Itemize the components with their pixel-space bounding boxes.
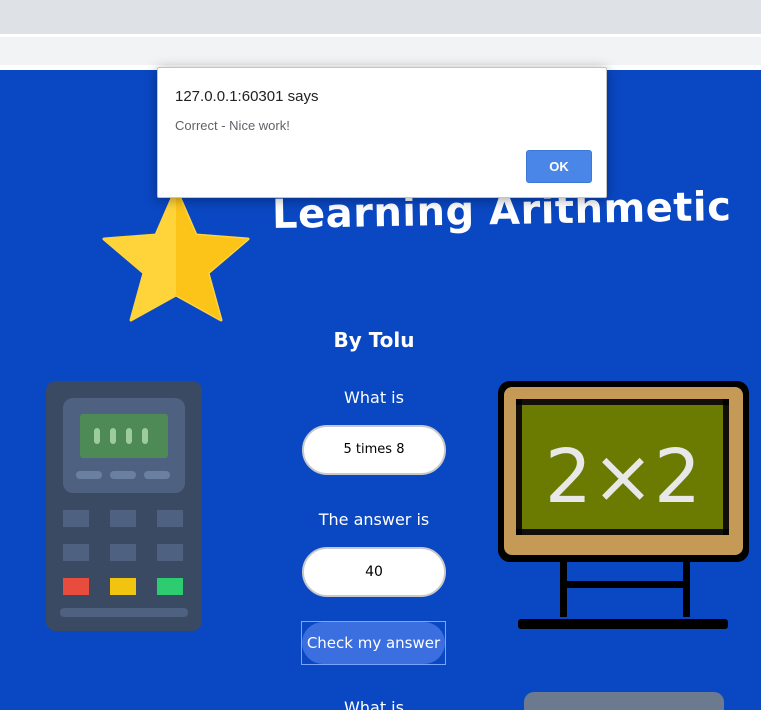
check-answer-label: Check my answer: [302, 622, 445, 664]
answer-input[interactable]: [302, 547, 446, 597]
alert-dialog: 127.0.0.1:60301 says Correct - Nice work…: [157, 67, 607, 198]
question-label: What is: [344, 388, 404, 407]
browser-toolbar: [0, 37, 761, 65]
chalkboard-icon: 2×2: [498, 381, 749, 629]
dialog-title: 127.0.0.1:60301 says: [175, 88, 319, 105]
question-display: 5 times 8: [302, 425, 446, 475]
calculator-icon: [46, 381, 202, 631]
next-card: [524, 692, 724, 710]
answer-label: The answer is: [318, 510, 430, 529]
dialog-message: Correct - Nice work!: [175, 118, 290, 133]
board-equation: 2×2: [545, 434, 701, 520]
check-answer-button[interactable]: Check my answer: [301, 621, 446, 665]
next-question-label: What is: [344, 698, 404, 710]
browser-tab-strip: [0, 0, 761, 34]
star-icon: [102, 187, 250, 322]
byline: By Tolu: [333, 328, 415, 352]
ok-button[interactable]: OK: [526, 150, 592, 183]
